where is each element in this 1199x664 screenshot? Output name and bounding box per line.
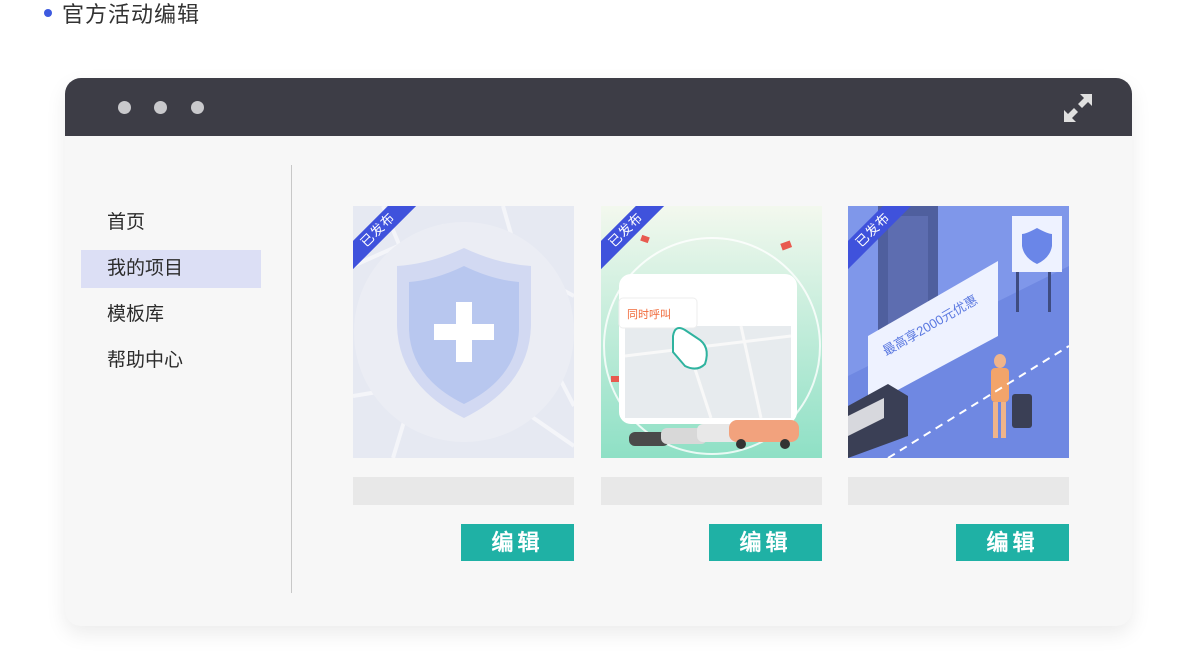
expand-icon[interactable]: [1062, 92, 1094, 124]
window-dot-3: [191, 101, 204, 114]
sidebar-divider: [291, 165, 292, 593]
sidebar-item-my-projects[interactable]: 我的项目: [81, 250, 261, 288]
project-card: 同时呼叫 已发布 编辑: [601, 206, 822, 561]
project-title-placeholder: [601, 477, 822, 505]
project-thumbnail[interactable]: 同时呼叫 已发布: [601, 206, 822, 458]
project-thumbnail[interactable]: 最高享2000元优惠 已发布: [848, 206, 1069, 458]
edit-button[interactable]: 编辑: [956, 524, 1069, 561]
project-card: 已发布 编辑: [353, 206, 574, 561]
sidebar-item-templates[interactable]: 模板库: [81, 296, 261, 334]
sidebar-item-help-center[interactable]: 帮助中心: [81, 342, 261, 380]
travel-discount-promo-image: 最高享2000元优惠: [848, 206, 1069, 458]
edit-button[interactable]: 编辑: [709, 524, 822, 561]
window-dot-1: [118, 101, 131, 114]
sidebar-item-home[interactable]: 首页: [81, 204, 261, 242]
shield-placeholder-image: [353, 206, 574, 458]
thumb-caption: 同时呼叫: [627, 308, 671, 321]
project-thumbnail[interactable]: 已发布: [353, 206, 574, 458]
window-dot-2: [154, 101, 167, 114]
browser-window: 首页 我的项目 模板库 帮助中心 已发布 编辑 同时呼叫 已发布 编辑 最高享2…: [65, 78, 1132, 626]
page-heading: 官方活动编辑: [44, 0, 201, 27]
window-titlebar: [65, 78, 1132, 136]
ride-hailing-promo-image: 同时呼叫: [601, 206, 822, 458]
sidebar-nav: 首页 我的项目 模板库 帮助中心: [81, 204, 261, 388]
project-title-placeholder: [353, 477, 574, 505]
project-card: 最高享2000元优惠 已发布 编辑: [848, 206, 1069, 561]
project-title-placeholder: [848, 477, 1069, 505]
page-title: 官方活动编辑: [62, 2, 201, 27]
bullet-dot: [44, 9, 52, 17]
edit-button[interactable]: 编辑: [461, 524, 574, 561]
